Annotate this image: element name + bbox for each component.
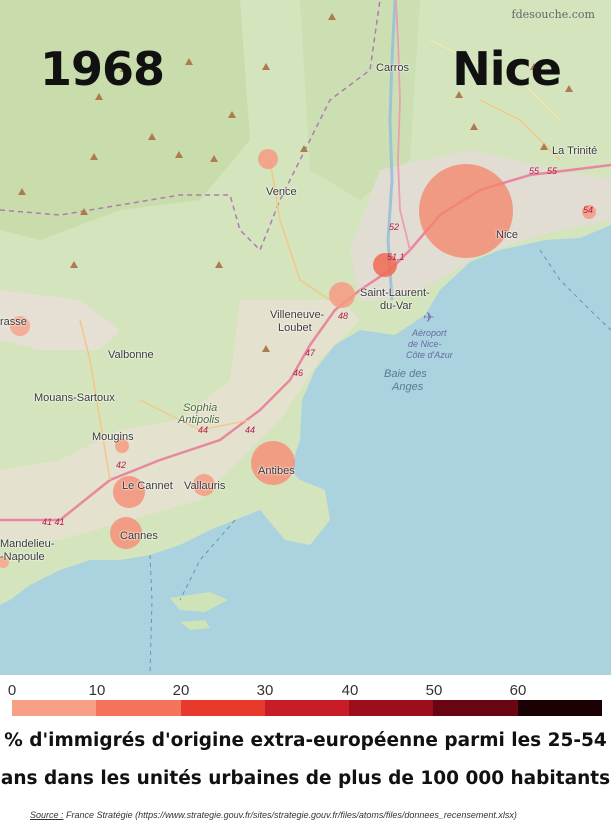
legend-swatch xyxy=(349,700,434,716)
legend-swatch xyxy=(180,700,265,716)
year-title: 1968 xyxy=(40,42,165,96)
marker-vence xyxy=(258,149,278,169)
basemap: ✈ xyxy=(0,0,611,675)
place-villeneuve-1: Villeneuve- xyxy=(270,309,325,321)
marker-antibes xyxy=(251,441,295,485)
place-saint-laurent-2: du-Var xyxy=(380,300,413,312)
place-aeroport-1: Aéroport xyxy=(412,328,447,338)
place-baie-2: Anges xyxy=(392,381,424,393)
place-baie-1: Baie des xyxy=(384,368,427,380)
source-text: France Stratégie (https://www.strategie.… xyxy=(66,810,517,820)
legend-ticks: 0 10 20 30 40 50 60 xyxy=(0,682,611,700)
caption-line-1: % d'immigrés d'origine extra-européenne … xyxy=(4,730,607,751)
legend-tick: 60 xyxy=(509,682,527,699)
place-vence: Vence xyxy=(266,186,297,198)
legend-swatch xyxy=(517,700,602,716)
legend-swatch xyxy=(12,700,97,716)
legend-swatch xyxy=(96,700,181,716)
road-label-51-1: 51,1 xyxy=(387,252,405,262)
road-label-55a: 55 xyxy=(529,166,540,176)
road-label-48: 48 xyxy=(338,311,349,321)
place-saint-laurent-1: Saint-Laurent- xyxy=(360,287,430,299)
road-label-42: 42 xyxy=(116,460,127,470)
marker-nice xyxy=(419,164,513,258)
source-note: Source : France Stratégie (https://www.s… xyxy=(30,810,517,820)
place-la-trinite: La Trinité xyxy=(552,145,598,157)
place-nice: Nice xyxy=(496,229,519,241)
caption-line-2: ans dans les unités urbaines de plus de … xyxy=(0,768,611,789)
marker-villeneuve xyxy=(329,282,355,308)
legend-tick: 50 xyxy=(425,682,443,699)
city-title: Nice xyxy=(452,42,562,96)
place-aeroport-3: Côte d'Azur xyxy=(406,350,453,360)
legend-tick: 20 xyxy=(172,682,190,699)
place-mouans-sartoux: Mouans-Sartoux xyxy=(34,392,115,404)
watermark: fdesouche.com xyxy=(511,8,595,21)
road-label-41: 41 41 xyxy=(42,517,65,527)
place-vallauris: Vallauris xyxy=(184,480,226,492)
place-sophia-1: Sophia xyxy=(183,402,218,414)
place-aeroport-2: de Nice- xyxy=(408,339,442,349)
road-label-46: 46 xyxy=(293,368,304,378)
place-le-cannet: Le Cannet xyxy=(122,480,173,492)
road-label-44b: 44 xyxy=(245,425,256,435)
map-area: ✈ 1968 Nice fdesouche.com Carros La Trin… xyxy=(0,0,611,675)
place-mandelieu-1: Mandelieu- xyxy=(0,538,55,550)
road-label-47: 47 xyxy=(305,348,316,358)
place-cannes: Cannes xyxy=(120,530,158,542)
place-mandelieu-2: -Napoule xyxy=(0,551,45,563)
place-mougins: Mougins xyxy=(92,431,134,443)
legend-tick: 10 xyxy=(88,682,106,699)
legend-swatch xyxy=(264,700,350,716)
road-label-44a: 44 xyxy=(198,425,209,435)
road-label-55b: 55 xyxy=(547,166,558,176)
road-label-54: 54 xyxy=(583,205,594,215)
svg-text:✈: ✈ xyxy=(423,310,435,326)
place-antibes: Antibes xyxy=(258,465,295,477)
legend-colorbar xyxy=(12,700,602,716)
legend-tick: 30 xyxy=(256,682,274,699)
legend-tick: 40 xyxy=(341,682,359,699)
legend-tick: 0 xyxy=(7,682,17,699)
place-grasse: rasse xyxy=(0,316,27,328)
place-villeneuve-2: Loubet xyxy=(278,322,312,334)
road-label-52: 52 xyxy=(389,222,400,232)
source-label: Source : xyxy=(30,810,64,820)
place-carros: Carros xyxy=(376,62,410,74)
place-valbonne: Valbonne xyxy=(108,349,154,361)
legend-swatch xyxy=(433,700,518,716)
